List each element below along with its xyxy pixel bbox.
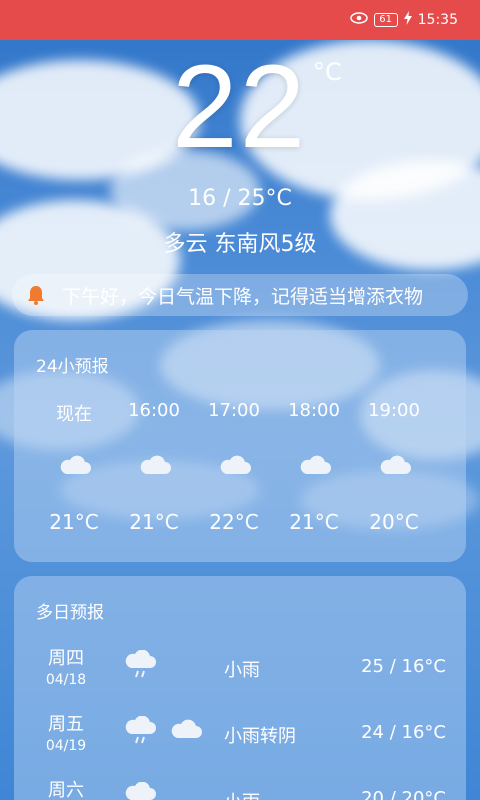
hourly-time: 18:00 — [288, 400, 340, 421]
battery-icon: 61 — [373, 13, 398, 27]
daily-forecast-card: 多日预报 周四 04/18 小雨 25 / 16°C 周五 04/19 小雨转阴… — [14, 576, 466, 800]
temperature-unit: °C — [313, 58, 342, 86]
tip-banner[interactable]: 下午好，今日气温下降，记得适当增添衣物 — [12, 274, 468, 316]
hourly-forecast-title: 24小预报 — [36, 357, 109, 377]
today-temperature-range: 16 / 25°C — [188, 186, 292, 211]
light-rain-icon — [125, 650, 156, 678]
daily-row[interactable]: 周四 04/18 小雨 25 / 16°C — [14, 644, 466, 704]
cloud-icon — [60, 455, 91, 474]
hourly-temp: 21°C — [289, 510, 339, 534]
charging-bolt-icon — [403, 11, 412, 29]
hourly-temp: 22°C — [209, 510, 259, 534]
daily-condition: 小雨转阴 — [224, 726, 296, 747]
daily-date: 04/19 — [45, 738, 87, 754]
hourly-time: 17:00 — [208, 400, 260, 421]
daily-temp-range: 25 / 16°C — [361, 656, 446, 677]
overcast-icon — [171, 719, 202, 738]
status-bar: 61 15:35 — [0, 0, 480, 40]
current-condition: 多云 东南风5级 — [163, 232, 317, 257]
daily-date: 04/18 — [45, 672, 87, 688]
daily-condition: 小雨 — [224, 788, 260, 800]
hourly-temp: 21°C — [129, 510, 179, 534]
bell-icon — [24, 283, 48, 307]
daily-row[interactable]: 周六 小雨 20 / 20°C — [14, 776, 466, 800]
daily-day: 周四 — [48, 648, 84, 669]
cloud-icon — [380, 455, 411, 474]
hourly-time: 19:00 — [368, 400, 420, 421]
daily-day: 周五 — [48, 714, 84, 735]
cloud-icon — [220, 455, 251, 474]
hourly-time: 现在 — [56, 404, 92, 425]
battery-level: 61 — [379, 14, 392, 25]
hourly-temp: 20°C — [369, 510, 419, 534]
status-time: 15:35 — [417, 12, 458, 28]
eye-icon — [349, 12, 368, 28]
cloud-icon — [140, 455, 171, 474]
hourly-time: 16:00 — [128, 400, 180, 421]
current-temperature: 22 — [172, 41, 308, 173]
light-rain-icon — [125, 716, 156, 744]
daily-forecast-title: 多日预报 — [36, 603, 104, 623]
daily-temp-range: 20 / 20°C — [361, 788, 446, 800]
cloud-icon — [300, 455, 331, 474]
tip-text: 下午好，今日气温下降，记得适当增添衣物 — [62, 285, 424, 308]
daily-temp-range: 24 / 16°C — [361, 722, 446, 743]
daily-condition: 小雨 — [224, 660, 260, 681]
hourly-forecast-card: 24小预报 现在 21°C 16:00 21°C 17:00 22°C 18:0… — [14, 330, 466, 562]
light-rain-icon — [125, 782, 156, 800]
daily-day: 周六 — [48, 780, 84, 800]
hourly-temp: 21°C — [49, 510, 99, 534]
daily-row[interactable]: 周五 04/19 小雨转阴 24 / 16°C — [14, 710, 466, 770]
